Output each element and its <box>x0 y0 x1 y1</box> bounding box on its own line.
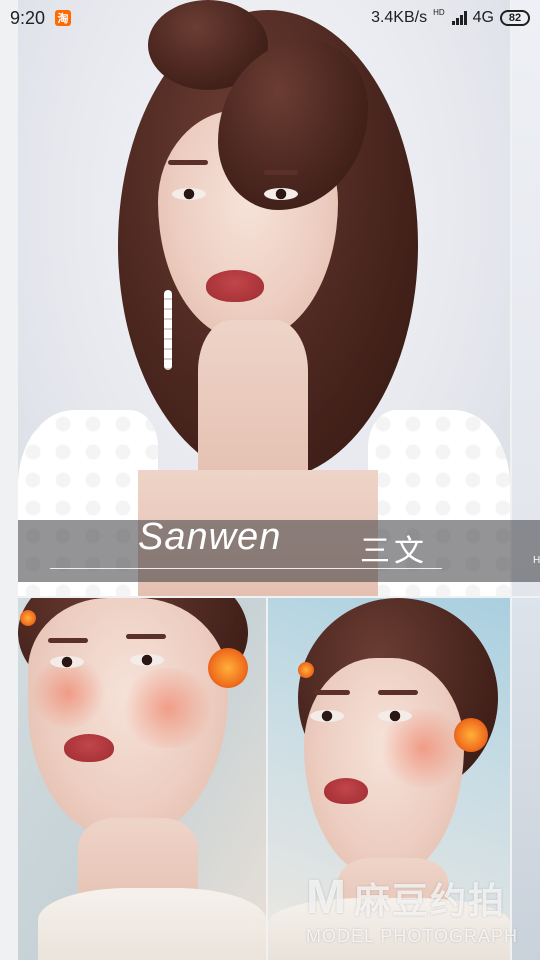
watermark-logo: M 麻豆约拍 <box>306 872 518 924</box>
portrait-right-eye <box>264 188 298 200</box>
hair-flower <box>454 718 488 752</box>
status-time: 9:20 <box>10 7 46 28</box>
hero-portrait-photo[interactable] <box>18 0 510 596</box>
portrait-left-eye <box>50 656 84 668</box>
next-photo-peek[interactable] <box>512 0 540 596</box>
status-left: 9:20 淘 <box>10 7 72 29</box>
watermark-m-icon: M <box>306 871 346 924</box>
portrait-right-eye <box>130 654 164 666</box>
portrait-right-brow <box>264 170 298 175</box>
portrait-left-eye <box>172 188 206 200</box>
battery-icon: 82 <box>500 10 530 26</box>
caption-chinese-name: 三文 <box>360 535 428 568</box>
portrait-neck <box>198 320 308 490</box>
watermark-brand-en: MODEL PHOTOGRAPH <box>306 926 519 946</box>
portrait-blush-left <box>28 658 108 728</box>
status-right: 3.4KB/s HD 4G 82 <box>371 7 530 27</box>
portrait-blush <box>118 668 218 748</box>
network-type: 4G <box>472 9 494 26</box>
app-screen: 9:20 淘 3.4KB/s HD 4G 82 Sanwen 三文 H M 麻豆… <box>0 0 540 960</box>
portrait-lips <box>324 778 368 804</box>
network-speed: 3.4KB/s <box>371 9 428 26</box>
sheer-lace-top <box>38 888 266 960</box>
hair-flower-small <box>20 610 36 626</box>
watermark-brand-cn: 麻豆约拍 <box>353 880 506 921</box>
taobao-notification-icon: 淘 <box>55 10 72 26</box>
portrait-lips <box>64 734 114 762</box>
status-bar: 9:20 淘 3.4KB/s HD 4G 82 <box>0 0 540 36</box>
next-caption-hint: H <box>533 555 540 566</box>
portrait-right-eye <box>378 710 412 722</box>
battery-level: 82 <box>508 12 522 24</box>
portrait-lips <box>206 270 264 302</box>
portrait-left-brow <box>48 638 88 643</box>
signal-strength-icon <box>451 11 467 25</box>
hair-flower <box>208 648 248 688</box>
portrait-left-eye <box>310 710 344 722</box>
portrait-left-brow <box>168 160 208 165</box>
portrait-right-brow <box>126 634 166 639</box>
portrait-right-brow <box>378 690 418 695</box>
hd-label: HD <box>433 7 445 17</box>
brand-watermark: M 麻豆约拍 MODEL PHOTOGRAPH <box>306 872 518 947</box>
portrait-left-brow <box>314 690 350 695</box>
caption-underline <box>50 568 442 569</box>
caption-english-name: Sanwen <box>138 516 282 558</box>
hair-flower-small <box>298 662 314 678</box>
gallery-photo-left[interactable] <box>18 598 266 960</box>
pearl-earring <box>164 290 172 370</box>
